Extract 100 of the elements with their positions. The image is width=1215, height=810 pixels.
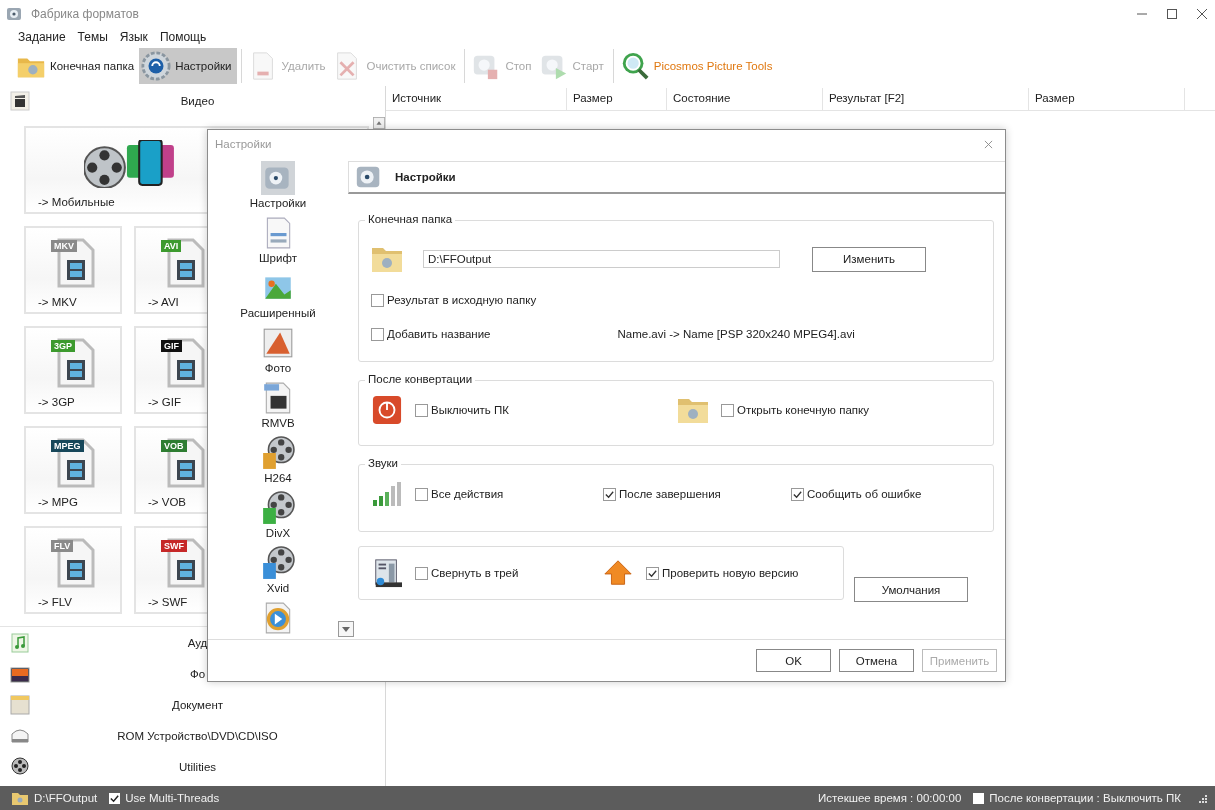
menu-item[interactable]: Язык <box>113 30 154 44</box>
format-badge: MKV <box>51 240 77 252</box>
file-icon <box>55 338 95 388</box>
checkbox[interactable] <box>791 487 804 501</box>
file-icon <box>165 538 205 588</box>
document-icon <box>10 694 30 715</box>
signal-bars-icon <box>371 479 403 509</box>
checkbox-label: Сообщить об ошибке <box>807 488 922 500</box>
tile-label: -> MKV <box>37 296 77 308</box>
format-tile[interactable]: 3GP -> 3GP <box>24 326 122 414</box>
tile-label: -> VOB <box>147 496 187 508</box>
section-label[interactable]: ROM Устройство\DVD\CD\ISO <box>117 729 278 742</box>
format-badge: GIF <box>161 340 182 352</box>
menu-item[interactable]: Помощь <box>153 30 213 44</box>
format-badge: MPEG <box>51 440 84 452</box>
path-field[interactable]: D:\FFOutput <box>423 250 780 268</box>
group-title: Звуки <box>365 457 401 469</box>
change-button[interactable]: Изменить <box>812 246 926 272</box>
format-badge: AVI <box>161 240 182 252</box>
defaults-button[interactable]: Умолчания <box>854 577 968 602</box>
folder-icon <box>12 791 28 805</box>
checkbox[interactable] <box>109 792 121 804</box>
file-icon <box>165 238 205 288</box>
film-reel-icon <box>261 436 295 470</box>
picture-icon <box>261 326 295 360</box>
group-title: Конечная папка <box>365 213 456 225</box>
file-icon <box>165 338 205 388</box>
checkbox[interactable] <box>415 403 428 417</box>
section-label[interactable]: Видео <box>180 95 215 107</box>
toolbar-button[interactable]: Конечная папка <box>14 48 140 84</box>
window-title: Фабрика форматов <box>31 7 139 21</box>
checkbox-label: После конвертации : Выключить ПК <box>989 792 1181 804</box>
checkbox-label: Выключить ПК <box>431 404 509 416</box>
scroll-down-button[interactable] <box>338 621 354 637</box>
scroll-up-button[interactable] <box>373 116 385 130</box>
settings-icon <box>141 51 172 81</box>
checkbox[interactable] <box>973 792 985 804</box>
toolbar-button[interactable]: Настройки <box>139 48 237 84</box>
section-label[interactable]: Utilities <box>178 760 217 773</box>
format-tile[interactable]: FLV -> FLV <box>24 526 122 614</box>
maximize-icon[interactable] <box>1167 9 1177 19</box>
checkbox[interactable] <box>646 566 659 580</box>
power-icon <box>371 395 403 425</box>
checkbox[interactable] <box>371 327 384 341</box>
output-path: D:\FFOutput <box>34 792 98 804</box>
column-header[interactable]: Размер <box>1029 88 1185 110</box>
file-icon <box>55 538 95 588</box>
reel-and-phones-icon <box>84 140 176 188</box>
checkbox-label: Use Multi-Threads <box>125 792 220 804</box>
column-header[interactable]: Размер <box>567 88 667 110</box>
elapsed-time: Истекшее время : 00:00:00 <box>818 792 962 804</box>
nav-item[interactable]: Настройки <box>208 161 348 216</box>
resize-grip-icon[interactable] <box>1197 793 1207 803</box>
dialog-button[interactable]: Отмена <box>839 649 914 672</box>
dialog-title: Настройки <box>215 138 272 150</box>
app-icon <box>6 6 22 22</box>
checkbox-label: Проверить новую версию <box>662 567 799 579</box>
film-reel-icon <box>261 491 295 525</box>
format-tile[interactable]: MKV -> MKV <box>24 226 122 314</box>
group-title: После конвертации <box>365 373 476 385</box>
clapperboard-icon <box>10 91 30 111</box>
tile-label: -> Мобильные <box>37 196 115 208</box>
film-reel-icon <box>10 756 30 777</box>
menu-item[interactable]: Задание <box>12 30 72 44</box>
tile-label: -> MPG <box>37 496 78 508</box>
checkbox[interactable] <box>721 403 734 417</box>
checkbox-label: Добавить название <box>387 328 491 340</box>
tile-label: -> AVI <box>147 296 179 308</box>
format-badge: FLV <box>51 540 74 552</box>
music-note-icon <box>10 632 30 653</box>
checkbox-label: После завершения <box>619 488 721 500</box>
checkbox[interactable] <box>415 566 428 580</box>
checkbox[interactable] <box>415 487 428 501</box>
tile-label: -> FLV <box>37 596 72 608</box>
format-badge: SWF <box>161 540 187 552</box>
column-header[interactable]: Источник <box>386 88 567 110</box>
checkbox-label: Открыть конечную папку <box>737 404 869 416</box>
checkbox[interactable] <box>371 293 384 307</box>
close-icon[interactable] <box>1197 9 1207 19</box>
format-tile[interactable]: MPEG -> MPG <box>24 426 122 514</box>
menu-item[interactable]: Темы <box>71 30 114 44</box>
format-badge: VOB <box>161 440 187 452</box>
file-icon <box>165 438 205 488</box>
tile-label: -> GIF <box>147 396 181 408</box>
up-arrow-icon <box>602 558 634 588</box>
format-badge: 3GP <box>51 340 75 352</box>
tile-label: -> 3GP <box>37 396 75 408</box>
checkbox[interactable] <box>603 487 616 501</box>
tile-label: -> SWF <box>147 596 188 608</box>
column-header[interactable]: Состояние <box>667 88 823 110</box>
film-reel-icon <box>261 546 295 580</box>
section-label[interactable]: Ауд <box>187 636 208 649</box>
dialog-button[interactable]: OK <box>756 649 831 672</box>
section-label[interactable]: Документ <box>172 698 223 711</box>
name-example: Name.avi -> Name [PSP 320x240 MPEG4].avi <box>617 328 855 340</box>
checkbox-label: Все действия <box>431 488 504 500</box>
section-title: Настройки <box>395 171 456 183</box>
column-header[interactable]: Результат [F2] <box>823 88 1029 110</box>
section-label[interactable]: Фо <box>189 667 206 680</box>
file-icon <box>55 238 95 288</box>
